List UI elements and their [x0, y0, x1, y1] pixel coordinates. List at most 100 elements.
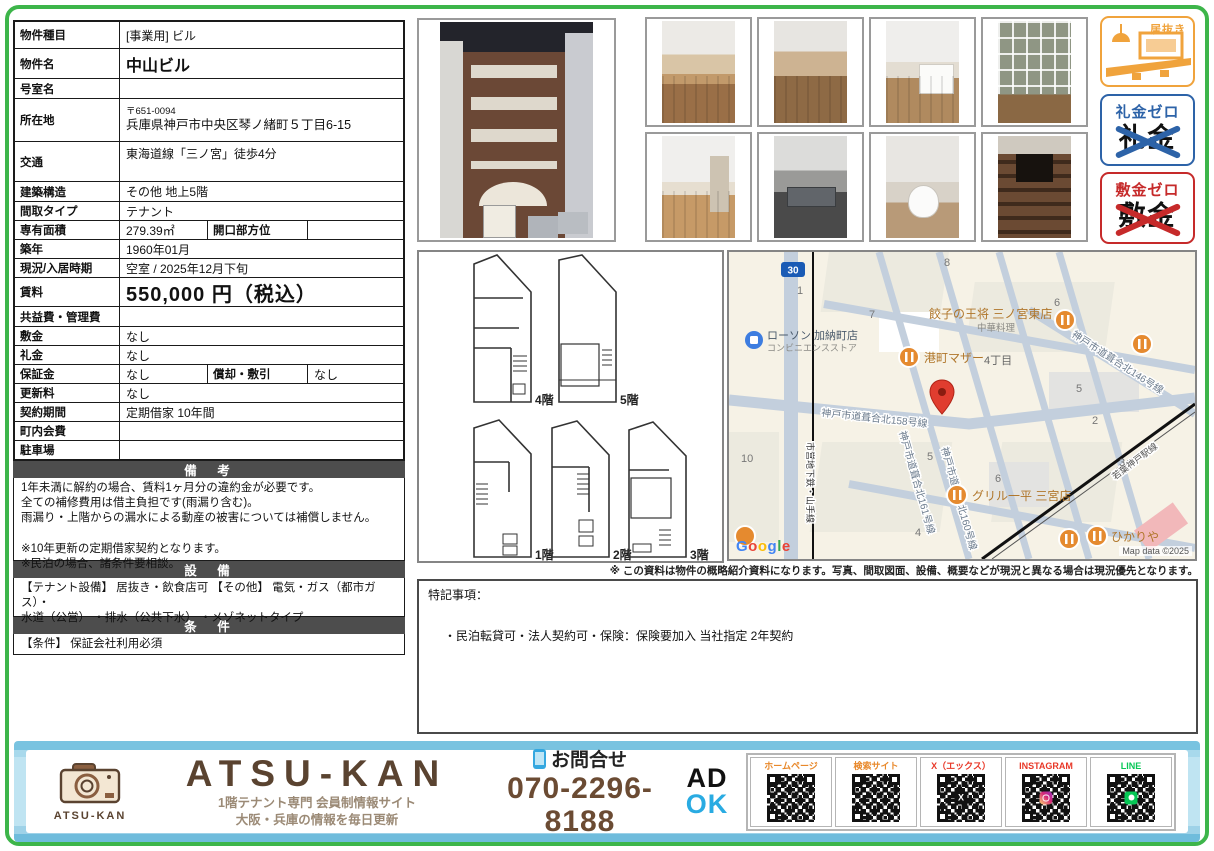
- floorplan-4f: [473, 254, 532, 403]
- table-row: 物件名 中山ビル: [15, 49, 403, 79]
- footer-content: ATSU-KAN ATSU-KAN 1階テナント専門 会員制情報サイト 大阪・兵庫…: [26, 748, 1188, 838]
- photo-kitchenette: [757, 132, 864, 242]
- qr-code-icon: [937, 773, 985, 822]
- table-row: 現況/入居時期 空室 / 2025年12月下旬: [15, 259, 403, 278]
- photo-toilet: [869, 132, 976, 242]
- map-route-shield: 30: [781, 262, 805, 277]
- floorplan-5f: [558, 254, 617, 403]
- qr-code-icon: [1022, 773, 1070, 822]
- map-chome-label: 4丁目: [984, 355, 1012, 367]
- svg-text:10: 10: [741, 453, 753, 465]
- special-notes-box: 特記事項： ・民泊転貸可・法人契約可・保険：保険要加入 当社指定 2年契約: [417, 579, 1198, 734]
- tagline-1: 1階テナント専門 会員制情報サイト: [218, 796, 416, 811]
- photo-interior-3: [869, 17, 976, 127]
- qr-search-site: 検索サイト: [835, 756, 917, 827]
- shikikin-crossed-text: 敷金: [1114, 201, 1181, 237]
- svg-text:港町マザー: 港町マザー: [924, 351, 984, 365]
- table-row: 礼金 なし: [15, 346, 403, 365]
- table-row: 物件種目 [事業用] ビル: [15, 22, 403, 49]
- floorplan-3f: [628, 421, 687, 558]
- floorplan-label-3f: 3階: [690, 547, 709, 561]
- qr-code-icon: [852, 773, 900, 822]
- ad-label: AD: [686, 762, 728, 793]
- table-row: 建築構造 その他 地上5階: [15, 182, 403, 202]
- table-row-area: 専有面積 279.39㎡ 開口部方位: [15, 221, 403, 240]
- table-row: 敷金 なし: [15, 327, 403, 346]
- floorplan-label-5f: 5階: [620, 392, 639, 407]
- map-drawing: 神戸市道葺合北158号線 神戸市道葺合北146号線 神戸市道葺合北161号線 神…: [729, 252, 1195, 559]
- contact-label: お問合せ: [550, 750, 627, 771]
- svg-text:7: 7: [869, 309, 875, 321]
- svg-text:ローソン 加納町店: ローソン 加納町店: [767, 328, 858, 342]
- reikin-zero-title: 礼金ゼロ: [1115, 104, 1180, 121]
- floorplan-drawings: 4階 5階 1階 2階 3階: [473, 254, 709, 562]
- special-notes-title: 特記事項：: [428, 588, 489, 602]
- footer-band: ATSU-KAN ATSU-KAN 1階テナント専門 会員制情報サイト 大阪・兵庫…: [14, 741, 1200, 842]
- remarks-header: 備 考: [13, 461, 405, 478]
- address: 兵庫県神戸市中央区琴ノ緒町５丁目6-15: [126, 117, 352, 132]
- zip-code: 〒651-0094: [126, 106, 176, 118]
- table-row: 交通 東海道線「三ノ宮」徒歩4分: [15, 142, 403, 182]
- property-table: 物件種目 [事業用] ビル 物件名 中山ビル 号室名 所在地 〒651-0094 兵庫県…: [13, 20, 405, 461]
- floorplan-label-1f: 1階: [535, 547, 554, 561]
- photo-building-exterior: [417, 18, 616, 242]
- table-row: 契約期間 定期借家 10年間: [15, 403, 403, 422]
- table-row: 号室名: [15, 79, 403, 99]
- property-name: 中山ビル: [126, 57, 191, 75]
- table-row: 駐車場: [15, 441, 403, 459]
- property-detail-column: 物件種目 [事業用] ビル 物件名 中山ビル 号室名 所在地 〒651-0094 兵庫県…: [13, 20, 405, 655]
- instagram-logo-icon: [1039, 791, 1053, 804]
- map-copyright: Map data ©2025: [1119, 546, 1192, 556]
- svg-text:6: 6: [1054, 297, 1060, 309]
- qr-code-icon: [767, 773, 815, 822]
- table-row-address: 所在地 〒651-0094 兵庫県神戸市中央区琴ノ緒町５丁目6-15: [15, 99, 403, 142]
- qr-x: X（エックス）: [920, 756, 1002, 827]
- svg-text:中華料理: 中華料理: [977, 322, 1016, 334]
- logo-wordmark: ATSU-KAN: [53, 809, 127, 822]
- remarks-text: 1年未満に解約の場合、賃料1ヶ月分の違約金が必要です。 全ての補修費用は借主負担…: [13, 478, 405, 570]
- photo-interior-2: [757, 17, 864, 127]
- line-logo-icon: [1124, 791, 1138, 804]
- special-notes-content: ・民泊転貸可・法人契約可・保険：保険要加入 当社指定 2年契約: [444, 629, 794, 643]
- floorplan-label-4f: 4階: [535, 392, 554, 407]
- qr-line: LINE: [1090, 756, 1172, 827]
- svg-text:市営地下鉄・山手線: 市営地下鉄・山手線: [805, 442, 816, 523]
- table-row: 築年 1960年01月: [15, 240, 403, 259]
- table-row-rent: 賃料 550,000 円（税込）: [15, 278, 403, 307]
- google-logo: Google: [736, 538, 791, 555]
- table-row: 共益費・管理費: [15, 307, 403, 327]
- x-logo-icon: [954, 791, 968, 804]
- svg-text:5: 5: [1076, 383, 1082, 395]
- photo-corridor-window: [981, 17, 1088, 127]
- floorplan-2f: [551, 420, 610, 558]
- location-map: 神戸市道葺合北158号線 神戸市道葺合北146号線 神戸市道葺合北161号線 神…: [727, 250, 1197, 561]
- table-row: 間取タイプ テナント: [15, 202, 403, 221]
- disclaimer-note: ※ この資料は物件の概略紹介資料になります。写真、間取図面、設備、概要などが現況…: [609, 565, 1198, 577]
- photo-interior-1: [645, 17, 752, 127]
- svg-text:コンビニエンスストア: コンビニエンスストア: [767, 343, 857, 353]
- shikikin-zero-title: 敷金ゼロ: [1115, 182, 1180, 199]
- reikin-crossed-text: 礼金: [1114, 123, 1181, 159]
- camera-logo-icon: [59, 762, 121, 803]
- svg-text:6: 6: [995, 473, 1001, 485]
- floorplan-panel: 4階 5階 1階 2階 3階: [417, 250, 724, 563]
- qr-instagram: INSTAGRAM: [1005, 756, 1087, 827]
- photo-staircase: [981, 132, 1088, 242]
- svg-text:1: 1: [797, 285, 803, 297]
- table-row: 町内会費: [15, 422, 403, 441]
- qr-homepage: ホームページ: [750, 756, 832, 827]
- mobile-phone-icon: [532, 748, 546, 769]
- property-flyer-page: 物件種目 [事業用] ビル 物件名 中山ビル 号室名 所在地 〒651-0094 兵庫県…: [0, 0, 1214, 851]
- ok-label: OK: [685, 788, 729, 819]
- svg-text:グリル一平 三宮店: グリル一平 三宮店: [972, 488, 1071, 503]
- table-row: 更新料 なし: [15, 384, 403, 403]
- building-photo-illustration: [440, 22, 593, 238]
- svg-text:5: 5: [927, 451, 933, 463]
- svg-text:8: 8: [944, 257, 950, 269]
- brand-block: ATSU-KAN 1階テナント専門 会員制情報サイト 大阪・兵庫の情報を毎日更新: [152, 755, 482, 828]
- equipment-text: 【テナント設備】 居抜き・飲食店可 【その他】 電気・ガス（都市ガス）・ 水道（…: [13, 578, 405, 624]
- phone-number: 070-2296-8188: [507, 772, 653, 838]
- svg-text:2: 2: [1092, 415, 1098, 427]
- brand-name: ATSU-KAN: [185, 753, 449, 795]
- tagline-2: 大阪・兵庫の情報を毎日更新: [235, 812, 399, 827]
